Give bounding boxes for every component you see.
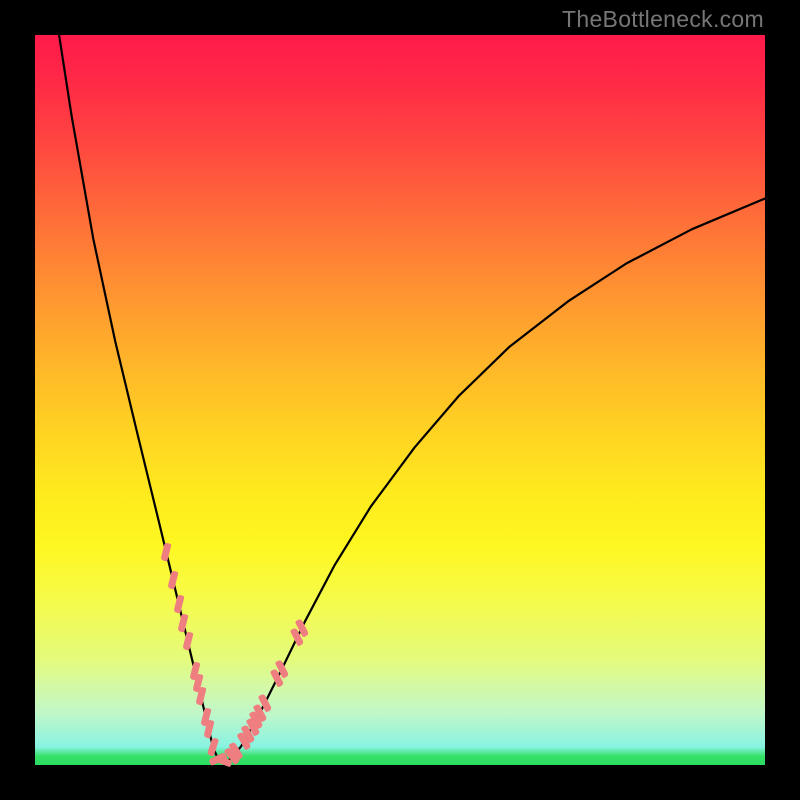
plot-gradient-area bbox=[35, 35, 765, 765]
watermark-text: TheBottleneck.com bbox=[562, 6, 764, 33]
chart-frame: TheBottleneck.com bbox=[0, 0, 800, 800]
